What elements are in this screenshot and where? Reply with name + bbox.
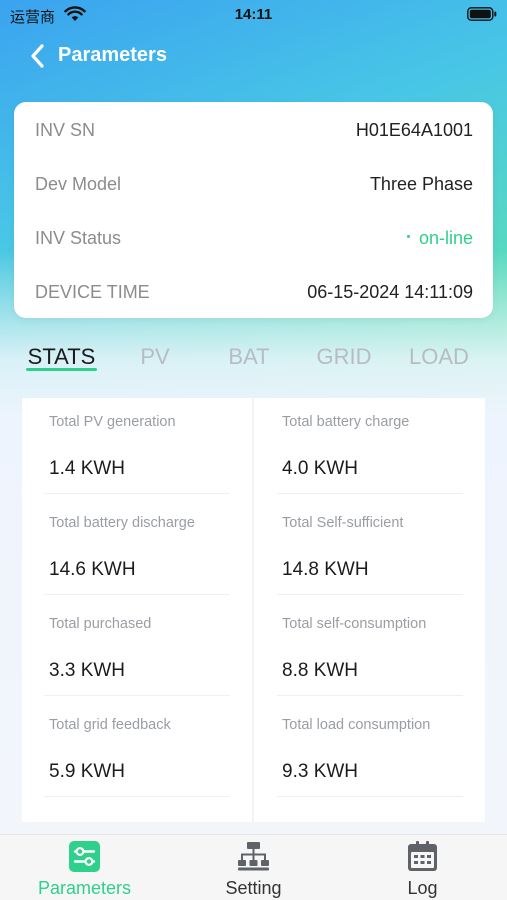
stat-label: Total battery discharge [49,515,195,531]
stat-label: Total Self-sufficient [282,515,404,531]
calendar-icon [408,841,437,871]
stat-value: 14.6 KWH [49,559,136,580]
bottom-tab-label: Log [407,878,438,898]
active-tab-indicator [26,368,97,371]
device-info-card: INV SN H01E64A1001 Dev Model Three Phase… [14,102,493,318]
stat-value: 14.8 KWH [282,559,369,580]
stat-label: Total PV generation [49,414,176,430]
stat-total-self-consumption: Total self-consumption 8.8 KWH [277,600,463,696]
network-icon [238,842,269,871]
bottom-tab-bar: Parameters Setting Log [0,834,507,900]
info-label: DEVICE TIME [35,282,150,302]
stat-total-battery-charge: Total battery charge 4.0 KWH [277,398,463,494]
tab-stats[interactable]: STATS [26,344,97,370]
info-label: INV Status [35,228,122,248]
stat-total-self-sufficient: Total Self-sufficient 14.8 KWH [277,499,463,595]
status-text: on-line [418,228,473,248]
stat-value: 4.0 KWH [282,458,359,479]
stat-total-purchased: Total purchased 3.3 KWH [44,600,230,696]
stat-label: Total battery charge [282,414,410,430]
bottom-tab-setting[interactable]: Setting [169,835,338,900]
tab-load[interactable]: LOAD [404,344,474,370]
info-row-inv-status: INV Status on-line [14,210,493,264]
info-row-device-time: DEVICE TIME 06-15-2024 14:11:09 [14,264,493,318]
clock: 14:11 [234,6,273,23]
stat-total-grid-feedback: Total grid feedback 5.9 KWH [44,701,230,797]
info-value: H01E64A1001 [355,120,473,140]
info-row-dev-model: Dev Model Three Phase [14,156,493,210]
column-divider [252,398,254,822]
battery-icon [467,7,497,21]
stat-label: Total load consumption [282,717,431,733]
info-value: Three Phase [369,174,473,194]
back-chevron-icon[interactable] [28,42,48,70]
stat-value: 1.4 KWH [49,458,126,479]
sliders-icon [69,841,100,872]
stat-value: 5.9 KWH [49,761,126,782]
stat-total-pv-generation: Total PV generation 1.4 KWH [44,398,230,494]
stat-label: Total grid feedback [49,717,171,733]
info-row-inv-sn: INV SN H01E64A1001 [14,102,493,156]
info-value: 06-15-2024 14:11:09 [307,282,473,302]
stats-panel: Total PV generation 1.4 KWH Total batter… [22,398,485,822]
tab-bat[interactable]: BAT [214,344,284,370]
status-dot-icon [406,234,410,238]
category-tabs: STATS PV BAT GRID LOAD [0,340,507,380]
status-bar: 运营商 14:11 [0,0,507,32]
tab-pv[interactable]: PV [120,344,190,370]
stat-value: 8.8 KWH [282,660,359,681]
page-title: Parameters [58,44,167,66]
stat-value: 9.3 KWH [282,761,359,782]
stat-total-battery-discharge: Total battery discharge 14.6 KWH [44,499,230,595]
stat-total-load-consumption: Total load consumption 9.3 KWH [277,701,463,797]
navigation-bar: Parameters [0,36,507,76]
info-label: Dev Model [35,174,122,194]
status-value: on-line [406,228,473,249]
bottom-tab-label: Parameters [37,878,132,898]
stat-label: Total self-consumption [282,616,427,632]
bottom-tab-label: Setting [225,878,282,898]
stat-value: 3.3 KWH [49,660,126,681]
tab-grid[interactable]: GRID [306,344,382,370]
stat-label: Total purchased [49,616,152,632]
bottom-tab-parameters[interactable]: Parameters [0,835,169,900]
bottom-tab-log[interactable]: Log [338,835,507,900]
info-label: INV SN [35,120,96,140]
